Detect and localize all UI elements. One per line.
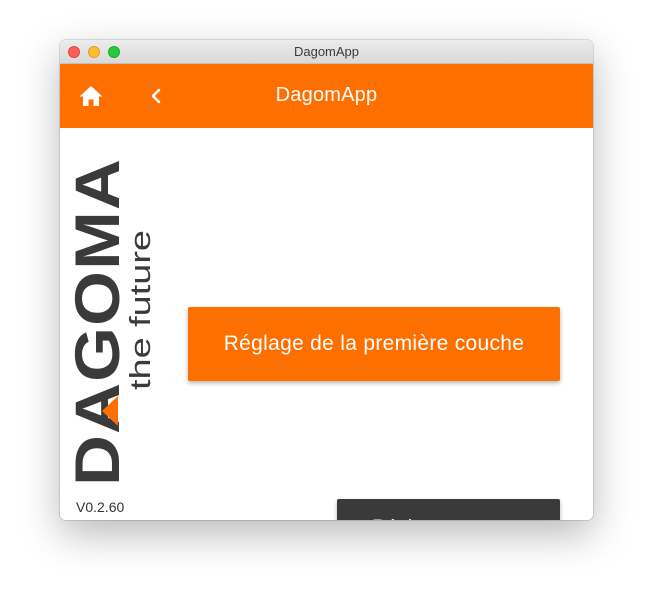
expert-settings-button[interactable]: Réglages experts <box>337 499 560 520</box>
window-titlebar[interactable]: DagomApp <box>60 40 593 64</box>
app-title: DagomApp <box>275 84 378 106</box>
version-label: V0.2.60 <box>76 499 125 515</box>
logo-tagline-text: the future <box>125 230 157 390</box>
window-title: DagomApp <box>293 44 360 59</box>
app-window: DagomApp DagomApp DAGOMA the future V0.2… <box>60 40 593 520</box>
dagoma-logo: DAGOMA the future <box>72 158 157 486</box>
first-layer-adjust-button[interactable]: Réglage de la première couche <box>188 307 560 381</box>
app-bar: DagomApp <box>60 64 593 128</box>
main-content: DAGOMA the future V0.2.60 Réglage de la … <box>60 128 593 520</box>
logo-brand-text: DAGOMA <box>72 158 133 486</box>
